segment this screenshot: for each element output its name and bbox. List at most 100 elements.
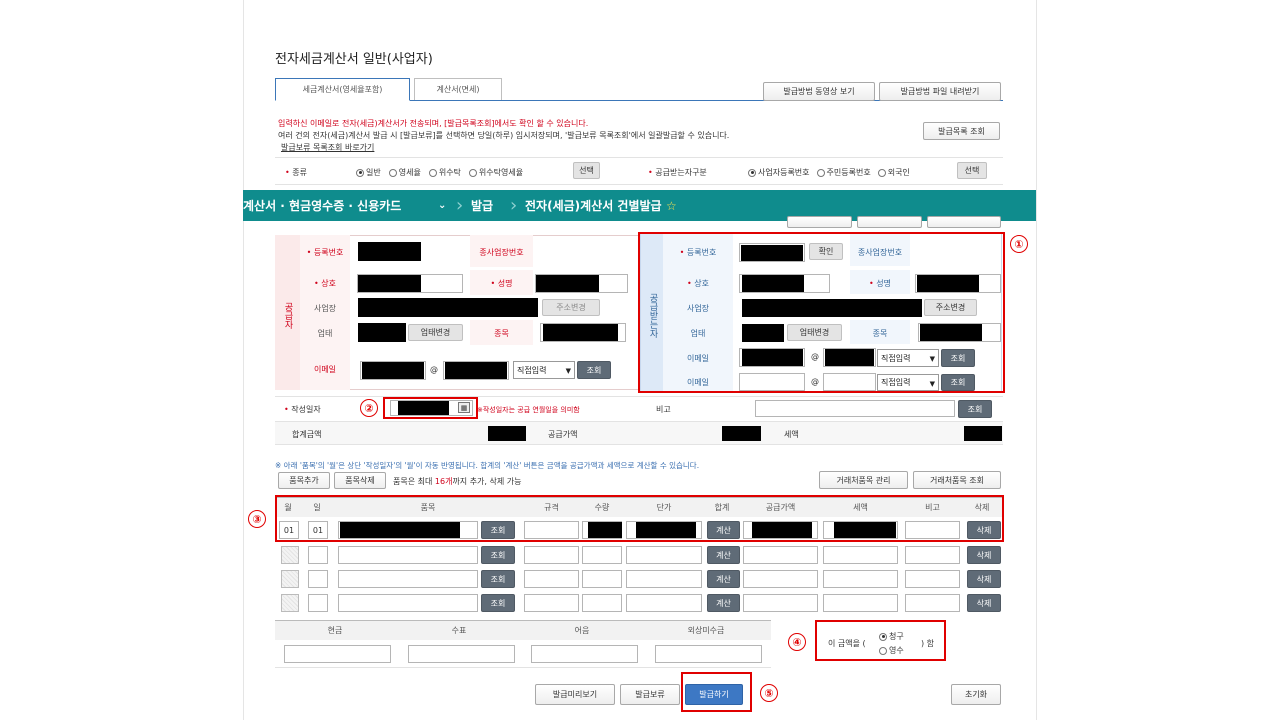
supplier-side-label: 공급자 [282, 301, 293, 329]
star-icon[interactable]: ☆ [666, 199, 677, 213]
row4-calc-button[interactable]: 계산 [707, 594, 740, 612]
row2-month-input[interactable] [281, 546, 299, 564]
row4-qty-input[interactable] [582, 594, 622, 612]
row4-spec-input[interactable] [524, 594, 579, 612]
reset-button[interactable]: 초기화 [951, 684, 1001, 705]
row4-item-input[interactable] [338, 594, 478, 612]
nav-section[interactable]: 계산서 · 현금영수증 · 신용카드 [243, 197, 401, 214]
buyer-option-resno[interactable]: 주민등록번호 [816, 167, 871, 178]
row2-remark-input[interactable] [905, 546, 960, 564]
buyer-type-options: 사업자등록번호 주민등록번호 외국인 [748, 167, 910, 178]
row3-remark-input[interactable] [905, 570, 960, 588]
row2-delete-button[interactable]: 삭제 [967, 546, 1001, 564]
supply-amount-value [722, 426, 761, 441]
supplier-email-lookup-button[interactable]: 조회 [577, 361, 611, 379]
row2-item-input[interactable] [338, 546, 478, 564]
marker-1: ① [1010, 235, 1028, 253]
remark-input[interactable] [755, 400, 955, 417]
supplier-email-domain-select[interactable]: 직접입력 ▼ [513, 361, 575, 379]
supplier-address-change-button[interactable]: 주소변경 [542, 299, 600, 316]
type-options: 일반 영세율 위수탁 위수탁영세율 [356, 167, 523, 178]
row3-spec-input[interactable] [524, 570, 579, 588]
payment-check-input[interactable] [408, 645, 515, 663]
hidden-button-3[interactable] [927, 216, 1001, 228]
row3-item-input[interactable] [338, 570, 478, 588]
marker-5: ⑤ [760, 684, 778, 702]
row4-remark-input[interactable] [905, 594, 960, 612]
page-title: 전자세금계산서 일반(사업자) [275, 52, 433, 67]
type-option-general[interactable]: 일반 [356, 167, 381, 178]
row3-supply-input[interactable] [743, 570, 818, 588]
issue-hold-button[interactable]: 발급보류 [620, 684, 680, 705]
total-amount-label: 합계금액 [292, 430, 322, 439]
type-option-zero[interactable]: 영세율 [388, 167, 421, 178]
chevron-down-icon[interactable]: ⌄ [438, 200, 446, 211]
tab-invoice[interactable]: 계산서(면세) [414, 78, 502, 101]
file-download-button[interactable]: 발급방법 파일 내려받기 [879, 82, 1001, 101]
supplier-biztype-label: 업태 [317, 328, 333, 338]
supplier-subbiz-label: 종사업장번호 [479, 247, 524, 257]
nav-item-issue[interactable]: 발급 [471, 197, 493, 214]
payment-credit-input[interactable] [655, 645, 762, 663]
row2-calc-button[interactable]: 계산 [707, 546, 740, 564]
highlight-item-row [275, 495, 1004, 542]
hold-list-link[interactable]: 발급보류 목록조회 바로가기 [281, 142, 374, 153]
issue-preview-button[interactable]: 발급미리보기 [535, 684, 615, 705]
type-select-button[interactable]: 선택 [573, 162, 600, 179]
row3-unit-price-input[interactable] [626, 570, 702, 588]
supplier-address-label: 사업장 [313, 303, 337, 313]
row3-month-input[interactable] [281, 570, 299, 588]
payment-cash-input[interactable] [284, 645, 391, 663]
row3-tax-input[interactable] [823, 570, 898, 588]
supplier-name-label: • 상호 [314, 278, 336, 288]
items-limit-text: 품목은 최대 16개까지 추가, 삭제 가능 [393, 477, 522, 486]
row4-tax-input[interactable] [823, 594, 898, 612]
partner-items-lookup-button[interactable]: 거래처품목 조회 [913, 471, 1001, 489]
issued-list-button[interactable]: 발급목록 조회 [923, 122, 1000, 140]
buyer-option-bizno[interactable]: 사업자등록번호 [748, 167, 810, 178]
row3-qty-input[interactable] [582, 570, 622, 588]
tab-tax-invoice[interactable]: 세금계산서(영세율포함) [275, 78, 410, 101]
supplier-email-label: 이메일 [313, 364, 337, 374]
type-option-consign-zero[interactable]: 위수탁영세율 [468, 167, 523, 178]
separator-icon: › [456, 195, 464, 216]
row4-month-input[interactable] [281, 594, 299, 612]
row3-day-input[interactable] [308, 570, 328, 588]
remark-label: 비고 [656, 405, 671, 414]
nav-item-single-issue[interactable]: 전자(세금)계산서 건별발급 [525, 197, 662, 214]
tax-amount-label: 세액 [784, 430, 799, 439]
video-guide-button[interactable]: 발급방법 동영상 보기 [763, 82, 875, 101]
hidden-button-1[interactable] [787, 216, 852, 228]
row4-delete-button[interactable]: 삭제 [967, 594, 1001, 612]
type-option-consign[interactable]: 위수탁 [428, 167, 461, 178]
buyer-option-foreign[interactable]: 외국인 [877, 167, 910, 178]
remark-lookup-button[interactable]: 조회 [958, 400, 992, 418]
partner-items-manage-button[interactable]: 거래처품목 관리 [819, 471, 908, 489]
buyer-type-select-button[interactable]: 선택 [957, 162, 987, 179]
highlight-issue-button [681, 672, 752, 712]
type-label: • 종류 [285, 168, 307, 177]
hidden-button-2[interactable] [857, 216, 922, 228]
payment-note-input[interactable] [531, 645, 638, 663]
row2-unit-price-input[interactable] [626, 546, 702, 564]
row2-tax-input[interactable] [823, 546, 898, 564]
row2-lookup-button[interactable]: 조회 [481, 546, 515, 564]
row2-supply-input[interactable] [743, 546, 818, 564]
row2-qty-input[interactable] [582, 546, 622, 564]
row3-delete-button[interactable]: 삭제 [967, 570, 1001, 588]
notice-line1: 입력하신 이메일로 전자(세금)계산서가 전송되며, [발급목록조회]에서도 확… [278, 119, 589, 128]
row3-lookup-button[interactable]: 조회 [481, 570, 515, 588]
row2-day-input[interactable] [308, 546, 328, 564]
row2-spec-input[interactable] [524, 546, 579, 564]
supplier-item-label: 종목 [494, 328, 509, 338]
row3-calc-button[interactable]: 계산 [707, 570, 740, 588]
row4-supply-input[interactable] [743, 594, 818, 612]
highlight-write-date [383, 397, 478, 419]
add-item-button[interactable]: 품목추가 [278, 472, 330, 489]
row4-lookup-button[interactable]: 조회 [481, 594, 515, 612]
row4-day-input[interactable] [308, 594, 328, 612]
supplier-biztype-change-button[interactable]: 업태변경 [408, 324, 463, 341]
row4-unit-price-input[interactable] [626, 594, 702, 612]
chevron-down-icon: ▼ [565, 367, 571, 375]
delete-item-button[interactable]: 품목삭제 [334, 472, 386, 489]
